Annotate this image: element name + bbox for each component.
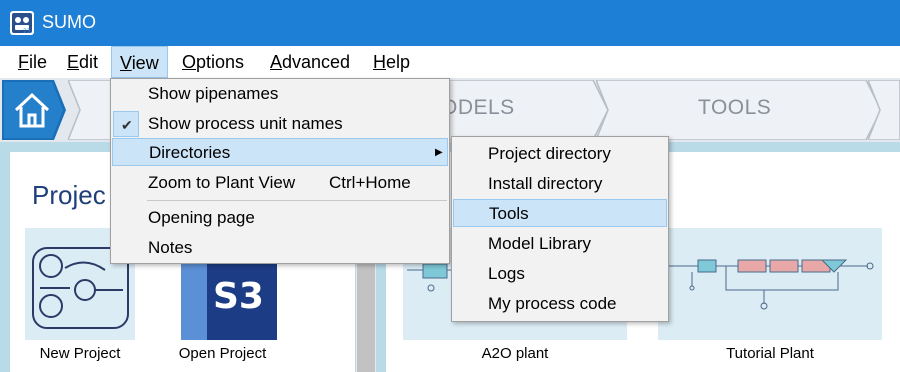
app-title: SUMO <box>42 12 96 32</box>
section-title: Projec <box>32 180 106 210</box>
menu-advanced[interactable]: Advanced <box>262 46 358 78</box>
menu-item-show-pipenames[interactable]: Show pipenames <box>112 80 448 108</box>
checkmark-icon: ✔ <box>121 117 133 133</box>
menu-edit[interactable]: Edit <box>59 46 106 78</box>
tab-tools-label: TOOLS <box>698 96 772 119</box>
tutorial-plant-tile[interactable] <box>658 228 882 340</box>
menu-help[interactable]: Help <box>365 46 418 78</box>
menu-file-rest: ile <box>29 52 48 72</box>
home-button[interactable] <box>2 80 66 140</box>
menu-item-zoom-to-plant-view[interactable]: Zoom to Plant View Ctrl+Home <box>112 169 448 197</box>
directories-submenu: Project directory Install directory Tool… <box>451 136 669 322</box>
svg-text:S3: S3 <box>213 276 264 317</box>
scrollbar-thumb[interactable] <box>357 262 375 372</box>
menu-file[interactable]: File <box>10 46 55 78</box>
tutorial-plant-label: Tutorial Plant <box>726 345 814 362</box>
a2o-plant-label: A2O plant <box>481 345 549 362</box>
tab-models-label: ODELS <box>441 96 515 119</box>
submenu-item-project-directory[interactable]: Project directory <box>453 140 667 168</box>
submenu-item-model-library[interactable]: Model Library <box>453 230 667 258</box>
menu-bar: File Edit View Options Advanced Help <box>0 46 900 78</box>
new-project-label: New Project <box>39 345 121 362</box>
svg-text:23: 23 <box>23 28 31 35</box>
submenu-arrow-icon: ▶ <box>435 147 443 158</box>
menu-options[interactable]: Options <box>174 46 252 78</box>
submenu-item-tools[interactable]: Tools <box>453 199 667 227</box>
tab-next[interactable] <box>868 80 900 140</box>
shortcut-text: Ctrl+Home <box>329 173 411 192</box>
submenu-item-my-process-code[interactable]: My process code <box>453 290 667 318</box>
sumo-logo-icon: 23 <box>10 11 34 35</box>
menu-item-directories[interactable]: Directories ▶ <box>112 138 448 166</box>
menu-item-notes[interactable]: Notes <box>112 234 448 262</box>
open-project-label: Open Project <box>178 345 267 362</box>
menu-separator <box>147 200 447 201</box>
menu-item-opening-page[interactable]: Opening page <box>112 204 448 232</box>
tutorial-plant-diagram <box>664 259 874 310</box>
submenu-item-install-directory[interactable]: Install directory <box>453 170 667 198</box>
submenu-item-logs[interactable]: Logs <box>453 260 667 288</box>
menu-view[interactable]: View <box>111 46 168 78</box>
title-bar: 23 SUMO <box>0 0 900 46</box>
checkbox-indicator: ✔ <box>113 111 139 137</box>
menu-item-show-process-unit-names[interactable]: ✔ Show process unit names <box>112 110 448 138</box>
view-menu-dropdown: Show pipenames ✔ Show process unit names… <box>110 78 450 264</box>
